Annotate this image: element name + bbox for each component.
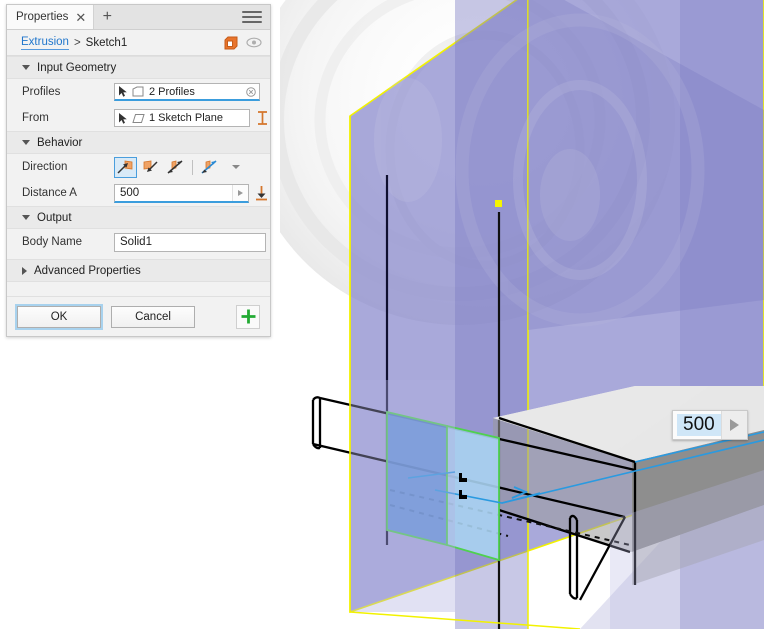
label-distance-a: Distance A (22, 187, 77, 199)
section-header-output[interactable]: Output (7, 206, 270, 229)
chevron-down-icon[interactable] (232, 165, 240, 169)
one-side-extrude-icon (117, 160, 133, 174)
plus-glyph-icon (241, 309, 255, 324)
profiles-control: 2 Profiles (114, 83, 270, 101)
plus-icon[interactable]: + (94, 5, 120, 29)
breadcrumb: Extrusion > Sketch1 (7, 30, 270, 56)
breadcrumb-current-sketch1: Sketch1 (85, 36, 128, 49)
flip-side-extrude-icon (143, 160, 158, 172)
chevron-right-icon (22, 266, 27, 275)
row-distance-a: Distance A 500 (7, 180, 270, 206)
cancel-button[interactable]: Cancel (111, 305, 195, 328)
chevron-down-icon (22, 215, 30, 220)
distance-a-expand-button[interactable] (232, 184, 248, 201)
tab-properties-label: Properties (16, 11, 69, 23)
taper-angle-icon[interactable] (254, 185, 269, 201)
viewport-dimension-editor[interactable]: 500 (672, 410, 748, 440)
symmetric-extrude-icon (167, 159, 183, 174)
from-control: 1 Sketch Plane (114, 109, 270, 127)
section-header-behavior[interactable]: Behavior (7, 131, 270, 154)
label-profiles: Profiles (22, 86, 61, 98)
section-title-input-geometry: Input Geometry (37, 61, 117, 74)
body-name-input[interactable]: Solid1 (114, 232, 266, 252)
direction-option-one-side[interactable] (114, 156, 137, 178)
label-direction: Direction (22, 161, 68, 173)
panel-footer: OK Cancel (7, 296, 270, 336)
visibility-eye-icon[interactable] (246, 37, 262, 48)
label-from: From (22, 112, 49, 124)
row-profiles: Profiles 2 Profiles (7, 79, 270, 105)
section-header-input-geometry[interactable]: Input Geometry (7, 56, 270, 79)
distance-a-value: 500 (120, 186, 140, 199)
body-name-value: Solid1 (120, 236, 152, 248)
dimension-value[interactable]: 500 (677, 414, 721, 436)
profiles-value: 2 Profiles (149, 85, 195, 98)
cancel-button-label: Cancel (135, 310, 171, 323)
direction-option-flip-side[interactable] (139, 157, 162, 178)
3d-viewport[interactable]: 500 (280, 0, 764, 629)
breadcrumb-link-extrusion[interactable]: Extrusion (21, 36, 69, 50)
profiles-select-field[interactable]: 2 Profiles (114, 83, 260, 101)
row-from: From 1 Sketch Plane (7, 105, 270, 131)
ok-button[interactable]: OK (17, 305, 101, 328)
direction-divider (192, 159, 193, 175)
hamburger-menu-icon[interactable] (242, 8, 262, 26)
distance-control: 500 (114, 183, 270, 203)
select-arrow-icon (119, 86, 127, 97)
from-select-field[interactable]: 1 Sketch Plane (114, 109, 250, 127)
orange-cube-icon[interactable] (224, 36, 238, 50)
origin-point[interactable] (495, 200, 502, 207)
direction-button-group (114, 156, 240, 178)
viewport-scene (280, 0, 764, 629)
select-arrow-icon (119, 112, 127, 124)
row-body-name: Body Name Solid1 (7, 229, 270, 255)
distance-a-input[interactable]: 500 (114, 183, 249, 203)
add-green-plus-icon[interactable] (236, 304, 260, 329)
from-value: 1 Sketch Plane (149, 112, 223, 124)
ok-button-label: OK (50, 310, 68, 323)
sketch-plane-icon (132, 113, 145, 123)
tab-properties[interactable]: Properties ✕ (7, 5, 95, 29)
direction-option-two-sides[interactable] (198, 157, 221, 178)
chevron-down-icon (22, 140, 30, 145)
breadcrumb-separator: > (73, 36, 81, 49)
properties-panel: Properties ✕ + Extrusion > Sketch1 Input… (6, 4, 271, 337)
offset-measure-icon[interactable] (255, 110, 270, 126)
section-title-behavior: Behavior (37, 136, 83, 149)
breadcrumb-actions (224, 36, 262, 50)
expand-arrow-icon (238, 189, 243, 196)
profile-face-icon (132, 86, 144, 97)
label-body-name: Body Name (22, 236, 83, 248)
clear-selection-icon[interactable] (246, 86, 256, 97)
two-sides-extrude-icon (201, 159, 217, 174)
panel-tabstrip: Properties ✕ + (7, 5, 270, 30)
app-root: 500 Properties ✕ + Extrusion > Sketch1 I… (0, 0, 764, 629)
row-direction: Direction (7, 154, 270, 180)
expand-arrow-icon (729, 419, 739, 431)
section-title-output: Output (37, 211, 72, 224)
close-icon[interactable]: ✕ (75, 11, 86, 24)
chevron-down-icon (22, 65, 30, 70)
body-name-control: Solid1 (114, 232, 270, 252)
direction-option-symmetric[interactable] (164, 157, 187, 178)
section-header-advanced-properties[interactable]: Advanced Properties (7, 259, 270, 282)
dimension-expand-button[interactable] (720, 411, 747, 439)
section-title-advanced-properties: Advanced Properties (34, 264, 141, 277)
